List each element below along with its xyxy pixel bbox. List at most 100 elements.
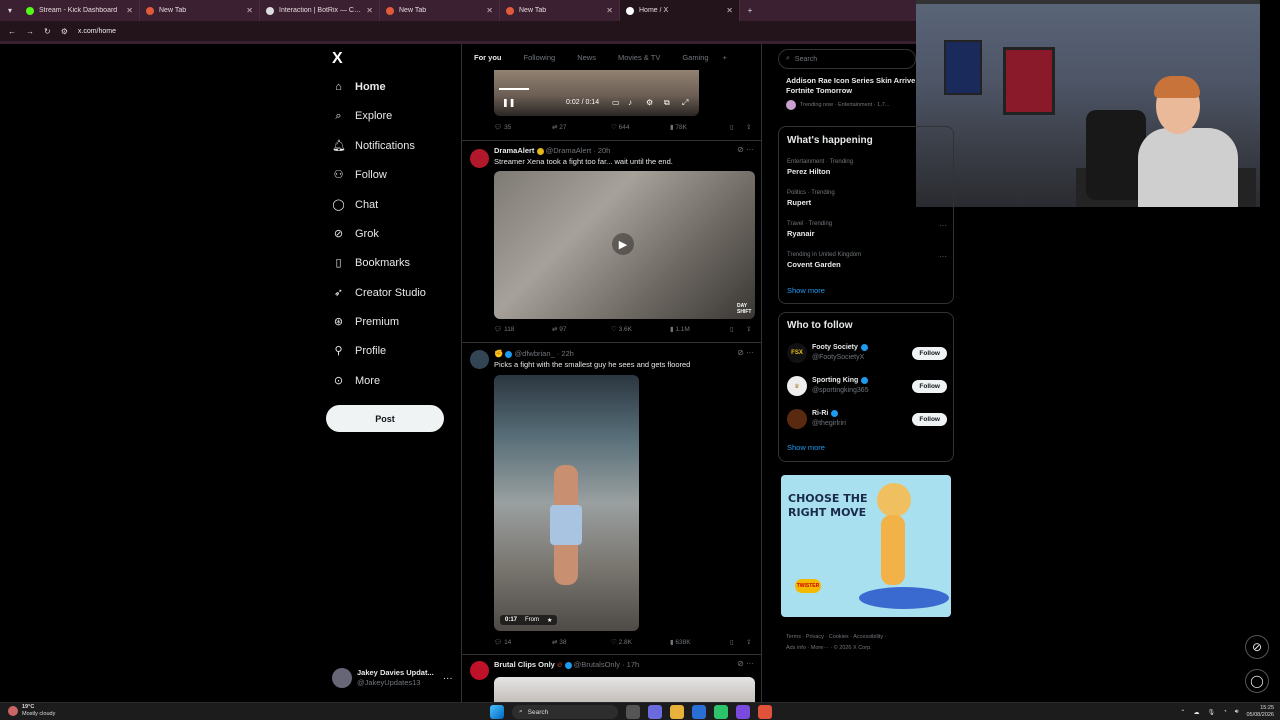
x-logo-icon[interactable]: X [332,50,343,68]
show-more-link[interactable]: Show more [787,443,825,452]
nav-item-home[interactable]: ⌂ Home [332,76,385,98]
trend-title[interactable]: Addison Rae Icon Series Skin Arrive Fort… [786,76,918,96]
browser-tab[interactable]: Home / X ✕ [620,0,740,21]
bookmark-icon[interactable]: ▯ [730,123,734,131]
nav-item-notifications[interactable]: 🔔︎ Notifications [332,135,415,157]
tab-for-you[interactable]: For you [474,53,502,62]
close-tab-icon[interactable]: ✕ [606,6,613,15]
nav-item-creator-studio[interactable]: ➶ Creator Studio [332,282,426,304]
close-tab-icon[interactable]: ✕ [126,6,133,15]
reply-button[interactable]: 💬︎ 118 [494,325,514,333]
close-tab-icon[interactable]: ✕ [246,6,253,15]
task-view-icon[interactable] [626,705,640,719]
file-explorer-icon[interactable] [670,705,684,719]
like-button[interactable]: ♡ 644 [611,123,630,131]
grok-icon[interactable]: ⊘ ··· [737,145,754,154]
add-tab-icon[interactable]: + [723,53,727,62]
more-dots-icon[interactable]: ··· [939,252,947,261]
trend-item[interactable]: Travel · Trending Ryanair ··· [787,221,947,238]
nav-item-bookmarks[interactable]: ▯ Bookmarks [332,252,410,274]
ad-banner[interactable]: CHOOSE THE RIGHT MOVE TWISTER [781,475,951,617]
tweet-video[interactable]: ▶ DAY SHIFT [494,171,755,319]
like-button[interactable]: ♡ 3.6K [611,325,632,333]
share-icon[interactable]: ⇪ [746,123,751,131]
widgets-icon[interactable] [648,705,662,719]
close-tab-icon[interactable]: ✕ [366,6,373,15]
captions-icon[interactable]: ▭ [612,98,620,107]
url-field[interactable]: x.com/home [78,28,116,35]
site-info-icon[interactable]: ⚙ [61,27,68,36]
tab-news[interactable]: News [577,53,596,62]
tweet-media[interactable] [494,677,755,704]
bookmark-icon[interactable]: ▯ [730,638,734,646]
pause-icon[interactable]: ❚❚ [502,98,515,107]
reply-button[interactable]: 💬︎ 35 [494,123,511,131]
more-dots-icon[interactable]: ··· [939,221,947,230]
cloud-icon[interactable]: ☁ [1193,709,1199,716]
follow-button[interactable]: Follow [912,412,947,426]
video-progress[interactable] [499,88,529,90]
share-icon[interactable]: ⇪ [746,638,751,646]
chevron-up-icon[interactable]: ⌃ [1180,709,1185,716]
tab-following[interactable]: Following [524,53,556,62]
post-button[interactable]: Post [326,405,444,432]
tab-movies-tv[interactable]: Movies & TV [618,53,660,62]
back-icon[interactable]: ← [8,27,16,36]
fullscreen-icon[interactable]: ⤢ [682,98,688,108]
avatar[interactable] [470,661,489,680]
tweet-author-handle[interactable]: @BrutalsOnly · 17h [574,660,640,669]
tweet-author-name[interactable]: DramaAlert [494,146,534,155]
grok-icon[interactable]: ⊘ ··· [737,659,754,668]
app-icon[interactable] [714,705,728,719]
browser-tab[interactable]: New Tab ✕ [380,0,500,21]
close-tab-icon[interactable]: ✕ [726,6,733,15]
repost-button[interactable]: ⇄ 38 [552,638,567,646]
trend-item[interactable]: Entertainment · Trending Perez Hilton [787,159,947,176]
reply-button[interactable]: 💬︎ 14 [494,638,511,646]
views-button[interactable]: ▮ 1.1M [670,325,690,333]
avatar[interactable] [470,350,489,369]
footer-line[interactable]: Ads info · More··· · © 2026 X Corp. [786,643,946,654]
trend-item[interactable]: Trending in United Kingdom Covent Garden… [787,252,947,269]
wifi-icon[interactable]: ◔ [1223,709,1227,715]
close-tab-icon[interactable]: ✕ [486,6,493,15]
settings-icon[interactable]: ⚙ [646,98,653,107]
nav-item-more[interactable]: ⊙ More [332,370,380,392]
mute-icon[interactable]: ♪ [628,98,632,107]
account-name[interactable]: Footy Society [812,344,858,351]
tweet[interactable]: Brutal Clips Only 🔥︎ @BrutalsOnly · 17h … [462,654,761,704]
store-icon[interactable] [692,705,706,719]
tweet-author-handle[interactable]: @DramaAlert · 20h [546,146,611,155]
tweet-author-handle[interactable]: @dfwbrian_ · 22h [515,349,574,358]
grok-icon[interactable]: ⊘ ··· [737,348,754,357]
browser-tab[interactable]: Stream - Kick Dashboard ✕ [20,0,140,21]
account-name[interactable]: Ri-Ri [812,410,828,417]
grok-button[interactable]: ⊘ [1245,635,1269,659]
tab-menu-icon[interactable]: ▾ [0,0,20,21]
repost-button[interactable]: ⇄ 27 [552,123,567,131]
browser-tab[interactable]: New Tab ✕ [140,0,260,21]
footer-line[interactable]: Terms · Privacy · Cookies · Accessibilit… [786,632,946,643]
play-icon[interactable]: ▶ [612,233,634,255]
trend-item[interactable]: Politics · Trending Rupert [787,190,947,207]
browser-icon[interactable] [758,705,772,719]
browser-tab[interactable]: New Tab ✕ [500,0,620,21]
follow-suggestion[interactable]: Ri-Ri @thegirlriri Follow [787,407,947,431]
follow-suggestion[interactable]: FSX Footy Society @FootySocietyX Follow [787,341,947,365]
clock[interactable]: 15:25 05/08/2026 [1246,705,1274,719]
tab-gaming[interactable]: Gaming [682,53,708,62]
reload-icon[interactable]: ↻ [44,27,51,36]
nav-item-follow[interactable]: ⚇ Follow [332,164,387,186]
tweet[interactable]: DramaAlert @DramaAlert · 20h ⊘ ··· Strea… [462,140,761,342]
nav-item-premium[interactable]: ⊛ Premium [332,311,399,333]
tweet-video[interactable]: 0:17 From ★ [494,375,639,631]
follow-button[interactable]: Follow [912,379,947,393]
nav-item-profile[interactable]: ⚲ Profile [332,340,386,362]
forward-icon[interactable]: → [26,27,34,36]
views-button[interactable]: ▮ 638K [670,638,691,646]
follow-suggestion[interactable]: ♛ Sporting King @sportingking365 Follow [787,374,947,398]
avatar[interactable]: ♛ [787,376,807,396]
volume-icon[interactable]: 🔊︎ [1235,709,1239,716]
weather-widget[interactable]: 19°C Mostly cloudy [8,704,55,718]
repost-button[interactable]: ⇄ 97 [552,325,567,333]
